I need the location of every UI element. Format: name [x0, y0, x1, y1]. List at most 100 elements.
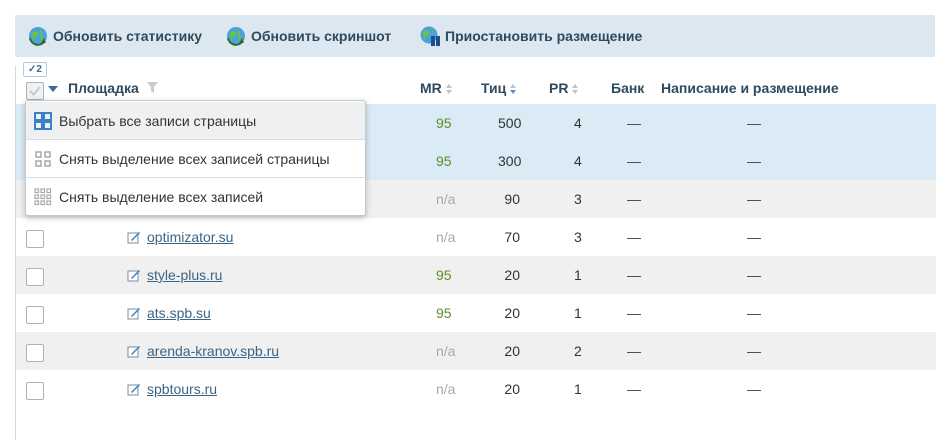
selected-count-badge: ✓2 — [23, 62, 47, 77]
filter-icon[interactable] — [146, 82, 158, 94]
refresh-screenshot-button[interactable]: Обновить скриншот — [225, 25, 391, 47]
table-row[interactable]: optimizator.su n/a 70 3 — — — [16, 218, 936, 256]
globe-refresh-icon — [227, 27, 245, 46]
site-link[interactable]: spbtours.ru — [147, 381, 217, 397]
select-page-option[interactable]: Выбрать все записи страницы — [26, 102, 365, 139]
site-cell: spbtours.ru — [127, 381, 217, 397]
globe-pause-icon — [420, 26, 440, 46]
row-checkbox[interactable] — [26, 306, 44, 324]
refresh-screenshot-label: Обновить скриншот — [251, 28, 392, 44]
sort-desc-icon — [510, 84, 517, 95]
pause-placement-label: Приостановить размещение — [445, 28, 643, 44]
tic-value: 20 — [504, 305, 520, 321]
writing-value: — — [747, 191, 761, 207]
bank-value: — — [627, 381, 641, 397]
mr-value: n/a — [436, 343, 456, 359]
pr-value: 3 — [574, 191, 582, 207]
mr-value: n/a — [436, 381, 456, 397]
pr-value: 1 — [574, 381, 582, 397]
edit-icon[interactable] — [127, 268, 141, 282]
row-checkbox[interactable] — [26, 344, 44, 362]
deselect-page-option[interactable]: Снять выделение всех записей страницы — [26, 140, 365, 177]
table-row[interactable]: ats.spb.su 95 20 1 — — — [16, 294, 936, 332]
bank-value: — — [627, 191, 641, 207]
mr-value: 95 — [436, 153, 452, 169]
edit-icon[interactable] — [127, 344, 141, 358]
site-link[interactable]: arenda-kranov.spb.ru — [147, 343, 279, 359]
column-mr[interactable]: MR — [420, 80, 453, 96]
writing-value: — — [747, 267, 761, 283]
site-link[interactable]: ats.spb.su — [147, 305, 211, 321]
row-checkbox[interactable] — [26, 230, 44, 248]
column-writing: Написание и размещение — [661, 80, 839, 96]
column-tic[interactable]: Тиц — [481, 80, 517, 96]
table-row[interactable]: spbtours.ru n/a 20 1 — — — [16, 370, 936, 408]
tic-value: 20 — [504, 343, 520, 359]
writing-value: — — [747, 229, 761, 245]
grid-select-icon — [34, 111, 52, 130]
column-bank: Банк — [611, 80, 644, 96]
bank-value: — — [627, 153, 641, 169]
column-writing-label: Написание и размещение — [661, 80, 839, 96]
column-site[interactable]: Площадка — [68, 80, 158, 96]
mr-value: n/a — [436, 191, 456, 207]
mr-value: 95 — [436, 267, 452, 283]
sort-icon — [445, 84, 453, 95]
edit-icon[interactable] — [127, 382, 141, 396]
refresh-stats-label: Обновить статистику — [53, 28, 203, 44]
table-row[interactable]: style-plus.ru 95 20 1 — — — [16, 256, 936, 294]
table-row[interactable]: arenda-kranov.spb.ru n/a 20 2 — — — [16, 332, 936, 370]
row-checkbox[interactable] — [26, 268, 44, 286]
select-page-label: Выбрать все записи страницы — [59, 112, 257, 129]
pr-value: 1 — [574, 267, 582, 283]
refresh-stats-button[interactable]: Обновить статистику — [27, 25, 202, 47]
writing-value: — — [747, 381, 761, 397]
bank-value: — — [627, 267, 641, 283]
checkmark-icon — [29, 86, 41, 96]
bank-value: — — [627, 115, 641, 131]
deselect-all-option[interactable]: Снять выделение всех записей — [26, 178, 365, 215]
chevron-down-icon[interactable] — [48, 86, 58, 93]
writing-value: — — [747, 115, 761, 131]
bank-value: — — [627, 305, 641, 321]
writing-value: — — [747, 153, 761, 169]
site-link[interactable]: optimizator.su — [147, 229, 233, 245]
tic-value: 20 — [504, 381, 520, 397]
edit-icon[interactable] — [127, 306, 141, 320]
tic-value: 500 — [498, 115, 522, 131]
site-link[interactable]: style-plus.ru — [147, 267, 222, 283]
column-pr-label: PR — [549, 80, 569, 96]
site-cell: optimizator.su — [127, 229, 233, 245]
bank-value: — — [627, 229, 641, 245]
tic-value: 20 — [504, 267, 520, 283]
site-cell: ats.spb.su — [127, 305, 211, 321]
tic-value: 90 — [504, 191, 520, 207]
row-checkbox[interactable] — [26, 382, 44, 400]
select-all-checkbox[interactable] — [26, 82, 44, 100]
pr-value: 2 — [574, 343, 582, 359]
column-tic-label: Тиц — [481, 80, 507, 96]
writing-value: — — [747, 343, 761, 359]
mr-value: 95 — [436, 115, 452, 131]
pr-value: 1 — [574, 305, 582, 321]
grid-deselect-all-icon — [34, 187, 52, 205]
mr-value: n/a — [436, 229, 456, 245]
column-site-label: Площадка — [68, 80, 139, 96]
grid-deselect-icon — [35, 150, 51, 167]
bank-value: — — [627, 343, 641, 359]
toolbar: Обновить статистику Обновить скриншот Пр… — [15, 15, 935, 57]
mr-value: 95 — [436, 305, 452, 321]
site-cell: style-plus.ru — [127, 267, 222, 283]
column-mr-label: MR — [420, 80, 442, 96]
pause-placement-button[interactable]: Приостановить размещение — [419, 25, 642, 47]
selected-count: 2 — [36, 64, 42, 75]
writing-value: — — [747, 305, 761, 321]
column-bank-label: Банк — [611, 80, 645, 96]
edit-icon[interactable] — [127, 230, 141, 244]
deselect-page-label: Снять выделение всех записей страницы — [59, 150, 330, 167]
column-pr[interactable]: PR — [549, 80, 579, 96]
pr-value: 4 — [574, 153, 582, 169]
pr-value: 3 — [574, 229, 582, 245]
pr-value: 4 — [574, 115, 582, 131]
sort-icon — [572, 84, 579, 95]
